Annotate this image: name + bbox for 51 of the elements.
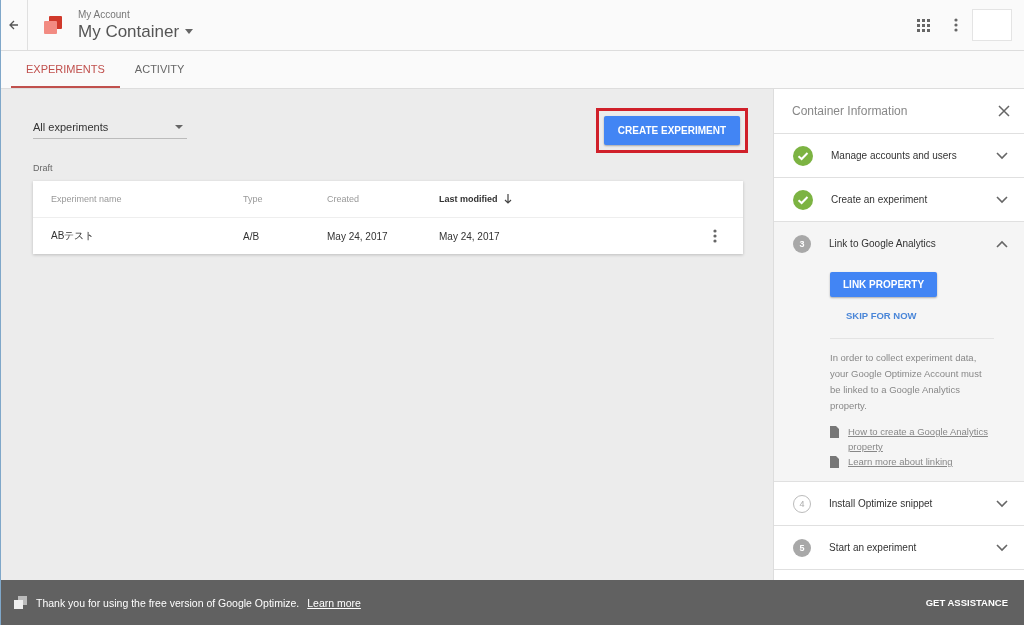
table-row[interactable]: ABテスト A/B May 24, 2017 May 24, 2017	[33, 217, 743, 254]
logo-icon	[42, 14, 64, 36]
link-property-button[interactable]: LINK PROPERTY	[830, 272, 938, 297]
help-link[interactable]: Learn more about linking	[848, 454, 953, 469]
help-link[interactable]: How to create a Google Analytics property	[848, 424, 994, 454]
container-name[interactable]: My Container	[78, 21, 180, 42]
step-number: 4	[793, 494, 811, 513]
filter-dropdown[interactable]: All experiments	[33, 115, 187, 139]
close-icon[interactable]	[998, 105, 1010, 117]
step-item[interactable]: 4 Install Optimize snippet	[774, 482, 1024, 526]
chevron-icon[interactable]	[996, 151, 1008, 160]
section-title: Draft	[33, 163, 54, 173]
get-assistance-link[interactable]: GET ASSISTANCE	[925, 597, 1008, 608]
apps-grid-icon[interactable]	[917, 18, 930, 32]
step-item[interactable]: 5 Start an experiment	[774, 526, 1024, 570]
back-arrow-icon[interactable]	[9, 20, 19, 30]
sort-arrow-icon[interactable]	[503, 194, 512, 204]
learn-more-link[interactable]: Learn more	[307, 596, 361, 609]
step-label: Start an experiment	[829, 542, 918, 553]
table-cell-text: May 24, 2017	[439, 230, 501, 242]
panel-title: Container Information	[792, 104, 908, 118]
chevron-icon[interactable]	[996, 195, 1008, 204]
table-cell-text: May 24, 2017	[327, 230, 389, 242]
step-number: 5	[793, 538, 811, 557]
skip-link[interactable]: SKIP FOR NOW	[846, 310, 917, 321]
step-label: Manage accounts and users	[831, 150, 958, 161]
more-menu-icon[interactable]	[954, 18, 958, 32]
step-item[interactable]	[774, 222, 1024, 482]
document-icon	[830, 456, 839, 468]
step-item[interactable]: Manage accounts and users	[774, 134, 1024, 178]
more-menu-icon[interactable]	[713, 229, 717, 243]
step-number: 3	[793, 234, 811, 253]
create-experiment-button[interactable]: CREATE EXPERIMENT	[603, 115, 740, 145]
step-description: In order to collect experiment data, your Google Optimize Account must be linked to a Google Analytics property.	[830, 351, 983, 413]
logo-icon	[13, 595, 28, 610]
tab[interactable]: EXPERIMENTS	[11, 51, 120, 88]
account-name: My Account	[78, 8, 131, 20]
dropdown-arrow-icon[interactable]	[185, 29, 194, 34]
tab[interactable]: ACTIVITY	[119, 51, 200, 88]
table-cell-text: A/B	[243, 230, 261, 242]
step-label: Link to Google Analytics	[829, 238, 937, 249]
step-label: Install Optimize snippet	[829, 498, 934, 509]
footer-message: Thank you for using the free version of Google Optimize.	[36, 596, 300, 609]
table-cell-text: ABテスト	[51, 229, 96, 243]
chevron-icon[interactable]	[996, 543, 1008, 552]
chevron-icon[interactable]	[996, 499, 1008, 508]
chevron-icon[interactable]	[996, 239, 1008, 248]
step-label: Create an experiment	[831, 194, 929, 205]
column-header[interactable]: Last modified	[439, 194, 498, 204]
dropdown-arrow-icon[interactable]	[175, 124, 183, 129]
document-icon	[830, 426, 839, 438]
